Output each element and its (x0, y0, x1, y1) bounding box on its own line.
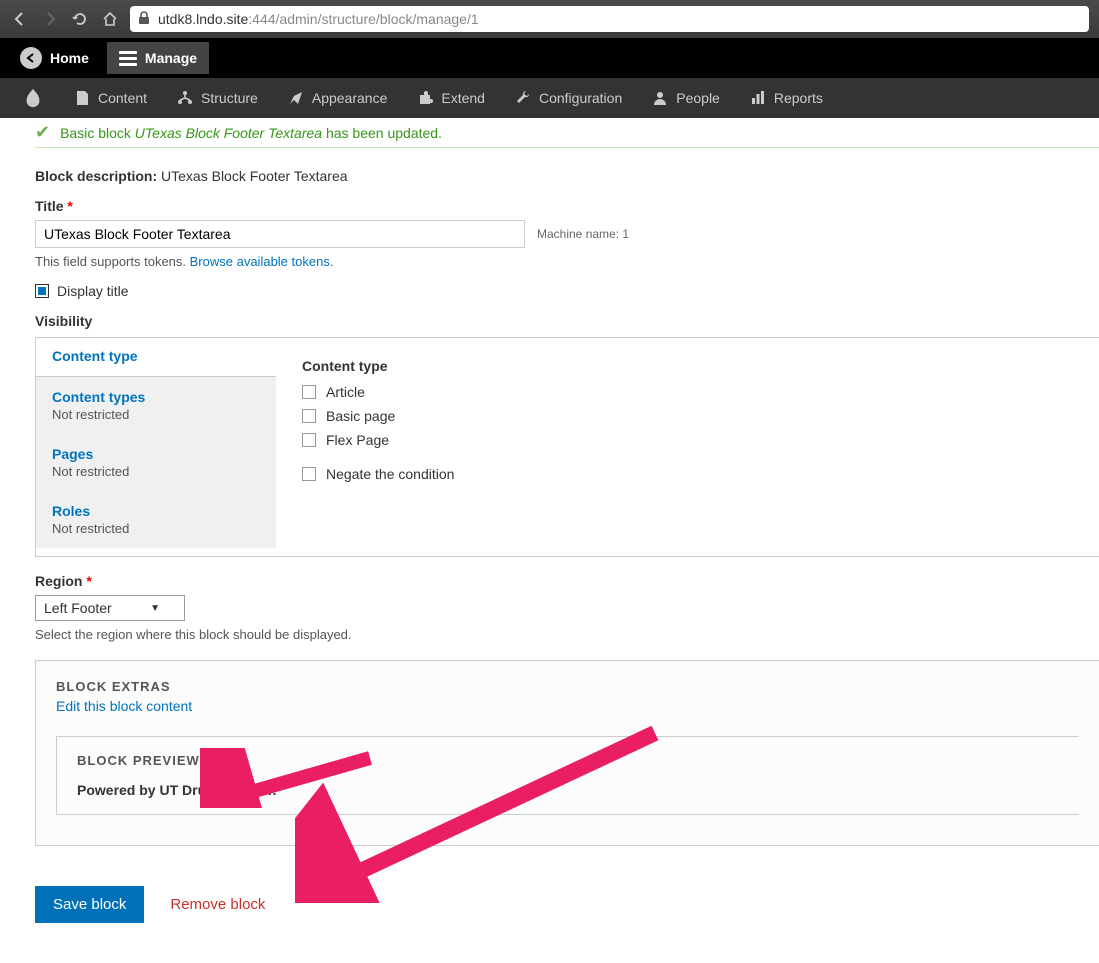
checkbox-flex-page[interactable] (302, 433, 316, 447)
manage-label: Manage (145, 50, 197, 66)
admin-topbar: Home Manage (0, 38, 1099, 78)
visibility-content: Content type Article Basic page Flex Pag… (276, 338, 1099, 556)
lock-icon (138, 11, 150, 28)
nav-people[interactable]: People (638, 80, 734, 116)
content-type-option-basic-page[interactable]: Basic page (302, 408, 1073, 424)
hamburger-icon (119, 51, 137, 66)
block-preview-title: BLOCK PREVIEW (77, 753, 1059, 768)
browse-tokens-link[interactable]: Browse available tokens. (190, 254, 334, 269)
content-area: ✔ Basic block UTexas Block Footer Textar… (0, 118, 1099, 963)
nav-extend[interactable]: Extend (403, 80, 499, 116)
chevron-down-icon: ▼ (150, 603, 160, 614)
form-actions: Save block Remove block (35, 886, 1099, 923)
status-message: ✔ Basic block UTexas Block Footer Textar… (35, 118, 1099, 148)
url-text: utdk8.lndo.site:444/admin/structure/bloc… (158, 11, 479, 27)
block-description: Block description: UTexas Block Footer T… (35, 168, 1099, 184)
nav-configuration[interactable]: Configuration (501, 80, 636, 116)
visibility-tab-pages[interactable]: Pages Not restricted (36, 434, 276, 491)
check-icon: ✔ (35, 122, 50, 143)
checkbox-basic-page[interactable] (302, 409, 316, 423)
visibility-label: Visibility (35, 313, 1099, 329)
negate-condition[interactable]: Negate the condition (302, 466, 1073, 482)
title-help: This field supports tokens. Browse avail… (35, 254, 1099, 269)
nav-content[interactable]: Content (60, 80, 161, 116)
remove-block-link[interactable]: Remove block (170, 896, 265, 913)
browser-home-button[interactable] (100, 9, 120, 29)
block-extras-title: BLOCK EXTRAS (56, 679, 1079, 694)
status-text: Basic block UTexas Block Footer Textarea… (60, 125, 442, 141)
browser-reload-button[interactable] (70, 9, 90, 29)
save-block-button[interactable]: Save block (35, 886, 144, 923)
home-label: Home (50, 50, 89, 66)
browser-forward-button[interactable] (40, 9, 60, 29)
checkbox-article[interactable] (302, 385, 316, 399)
visibility-content-heading: Content type (302, 358, 1073, 374)
nav-reports[interactable]: Reports (736, 80, 837, 116)
visibility-panel: Content type Content types Not restricte… (35, 337, 1099, 557)
display-title-checkbox[interactable] (35, 284, 49, 298)
browser-address-bar[interactable]: utdk8.lndo.site:444/admin/structure/bloc… (130, 6, 1089, 32)
admin-nav: Content Structure Appearance Extend Conf… (0, 78, 1099, 118)
block-extras-panel: BLOCK EXTRAS Edit this block content BLO… (35, 660, 1099, 846)
region-label: Region * (35, 573, 1099, 589)
title-label: Title * (35, 198, 1099, 214)
nav-appearance[interactable]: Appearance (274, 80, 402, 116)
region-select[interactable]: Left Footer ▼ (35, 595, 185, 621)
drupal-logo[interactable] (8, 77, 58, 119)
title-input[interactable] (35, 220, 525, 248)
visibility-tab-header[interactable]: Content type (36, 338, 276, 377)
edit-block-content-link[interactable]: Edit this block content (56, 698, 1079, 714)
content-type-option-article[interactable]: Article (302, 384, 1073, 400)
back-arrow-icon (20, 47, 42, 69)
display-title-label: Display title (57, 283, 129, 299)
browser-back-button[interactable] (10, 9, 30, 29)
machine-name: Machine name: 1 (537, 227, 629, 241)
block-preview-content: Powered by UT Drupal Kit!!!!!! (77, 782, 1059, 798)
nav-structure[interactable]: Structure (163, 80, 272, 116)
visibility-tab-content-types[interactable]: Content types Not restricted (36, 377, 276, 434)
home-button[interactable]: Home (8, 39, 101, 77)
browser-chrome: utdk8.lndo.site:444/admin/structure/bloc… (0, 0, 1099, 38)
manage-button[interactable]: Manage (107, 42, 209, 74)
visibility-tabs: Content type Content types Not restricte… (36, 338, 276, 556)
block-preview-panel: BLOCK PREVIEW Powered by UT Drupal Kit!!… (56, 736, 1079, 815)
visibility-tab-roles[interactable]: Roles Not restricted (36, 491, 276, 548)
region-help: Select the region where this block shoul… (35, 627, 1099, 642)
display-title-row[interactable]: Display title (35, 283, 1099, 299)
checkbox-negate[interactable] (302, 467, 316, 481)
content-type-option-flex-page[interactable]: Flex Page (302, 432, 1073, 448)
